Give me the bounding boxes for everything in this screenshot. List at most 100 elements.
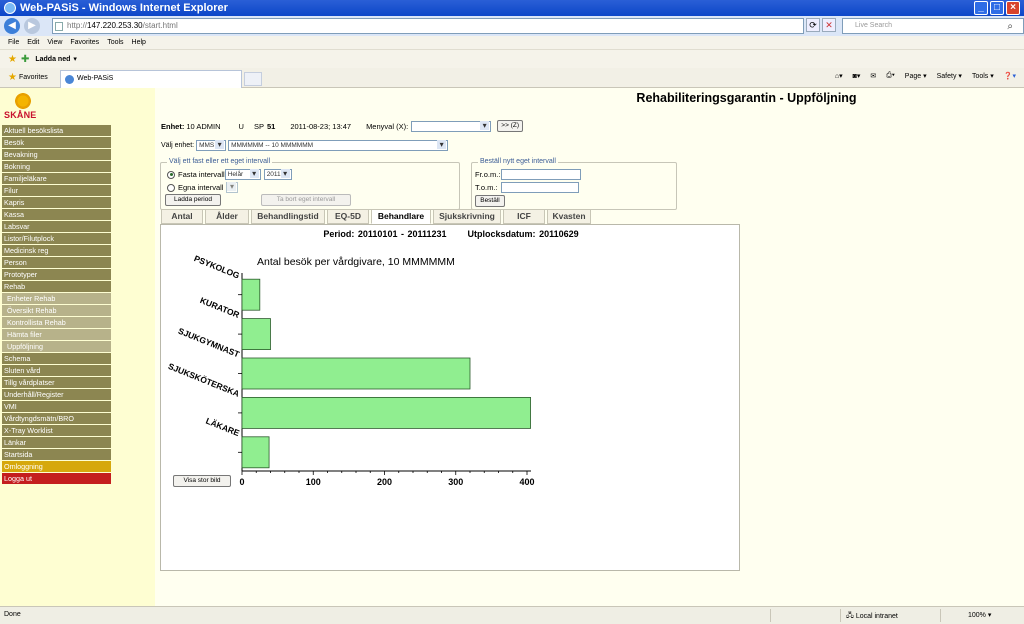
egna-radio[interactable] — [167, 183, 175, 192]
sidebar-item[interactable]: Listor/Filutplock — [2, 233, 111, 245]
favorites-button[interactable]: ★ Favorites — [8, 72, 48, 83]
new-tab-button[interactable] — [244, 72, 262, 86]
unit-select[interactable]: MMMMMM -- 10 MMMMMM — [228, 140, 449, 151]
category-label: KURATOR — [199, 295, 241, 320]
address-bar[interactable]: http://147.220.253.30/start.html — [52, 18, 804, 34]
download-button[interactable]: Ladda ned — [35, 56, 70, 63]
sidebar-item[interactable]: Bevakning — [2, 149, 111, 161]
egna-select[interactable] — [226, 182, 239, 193]
sidebar-item[interactable]: Vårdtyngdsmätn/BRO — [2, 413, 111, 425]
menu-view[interactable]: View — [47, 39, 62, 46]
page-title-row: Rehabiliteringsgarantin - Uppföljning — [155, 91, 1024, 105]
sidebar-item[interactable]: Översikt Rehab — [2, 305, 111, 317]
sidebar-item[interactable]: Kassa — [2, 209, 111, 221]
help-icon[interactable]: ❓▾ — [1004, 72, 1016, 80]
back-icon[interactable]: ◀ — [4, 18, 20, 34]
sidebar-item[interactable]: Bokning — [2, 161, 111, 173]
sidebar-item[interactable]: Kontrollista Rehab — [2, 317, 111, 329]
sidebar-item[interactable]: Länkar — [2, 437, 111, 449]
sidebar-item[interactable]: Hämta filer — [2, 329, 111, 341]
maximize-button[interactable]: □ — [990, 1, 1004, 15]
sidebar-item[interactable]: Prototyper — [2, 269, 111, 281]
sidebar-item[interactable]: VMI — [2, 401, 111, 413]
command-bar: ⌂▾ ◙▾ ✉ ⎙▾ Page ▾ Safety ▾ Tools ▾ ❓▾ — [835, 72, 1016, 80]
menu-tools[interactable]: Tools — [107, 39, 123, 46]
menu-file[interactable]: File — [8, 39, 19, 46]
show-large-image-button[interactable]: Visa stor bild — [173, 475, 231, 487]
tab-item[interactable]: Behandlare — [371, 209, 431, 224]
chevron-down-icon[interactable]: ▾ — [73, 55, 77, 63]
search-icon[interactable]: ⌕ — [1007, 20, 1013, 34]
menu-favorites[interactable]: Favorites — [70, 39, 99, 46]
sidebar-item[interactable]: Uppföljning — [2, 341, 111, 353]
sidebar-item[interactable]: Familjeläkare — [2, 173, 111, 185]
tab-item[interactable]: Sjukskrivning — [433, 209, 501, 224]
sidebar-item[interactable]: Rehab — [2, 281, 111, 293]
order-button[interactable]: Beställ — [475, 195, 505, 207]
sidebar-item[interactable]: Kapris — [2, 197, 111, 209]
fasta-radio[interactable] — [167, 170, 175, 179]
page-title: Rehabiliteringsgarantin - Uppföljning — [636, 91, 857, 105]
sidebar-item[interactable]: Sluten vård — [2, 365, 111, 377]
minimize-button[interactable]: _ — [974, 1, 988, 15]
menu-help[interactable]: Help — [132, 39, 146, 46]
tab-item[interactable]: Antal — [161, 209, 203, 224]
favorites-star-icon[interactable]: ★ — [8, 54, 17, 65]
zoom-level[interactable]: 100% ▾ — [968, 611, 991, 619]
security-zone[interactable]: 🖧 Local intranet — [846, 611, 898, 622]
tools-menu[interactable]: Tools ▾ — [972, 72, 994, 80]
home-icon[interactable]: ⌂▾ — [835, 72, 843, 80]
sidebar-item[interactable]: Medicinsk reg — [2, 245, 111, 257]
sidebar-item[interactable]: Labsvar — [2, 221, 111, 233]
enhet-value: 10 ADMIN — [186, 121, 221, 131]
to-date-input[interactable] — [501, 182, 579, 193]
tab-item[interactable]: Kvasten — [547, 209, 591, 224]
sidebar-item[interactable]: Tillg vårdplatser — [2, 377, 111, 389]
sidebar-item[interactable]: Besök — [2, 137, 111, 149]
go-button[interactable]: >> (Z) — [497, 120, 524, 132]
load-period-button[interactable]: Ladda period — [165, 194, 221, 206]
from-date-input[interactable] — [501, 169, 581, 180]
print-icon[interactable]: ⎙▾ — [886, 72, 895, 80]
sidebar-item[interactable]: X-Tray Worklist — [2, 425, 111, 437]
add-favorite-icon[interactable]: ✚ — [21, 54, 29, 65]
ie-icon — [4, 2, 16, 14]
tab-item[interactable]: Ålder — [205, 209, 249, 224]
refresh-icon[interactable]: ⟳ — [806, 18, 820, 32]
safety-menu[interactable]: Safety ▾ — [937, 72, 962, 80]
stop-icon[interactable]: ✕ — [822, 18, 836, 32]
tab-item[interactable]: EQ-5D — [327, 209, 369, 224]
category-label: SJUKSKÖTERSKA — [167, 361, 241, 399]
sidebar-item[interactable]: Aktuell besökslista — [2, 125, 111, 137]
sidebar-item[interactable]: Startsida — [2, 449, 111, 461]
datetime: 2011-08-23; 13:47 — [290, 121, 352, 131]
page-menu[interactable]: Page ▾ — [905, 72, 927, 80]
fasta-period-select[interactable]: Helår — [224, 169, 261, 180]
sidebar-item[interactable]: Schema — [2, 353, 111, 365]
tab-item[interactable]: ICF — [503, 209, 545, 224]
remove-interval-button[interactable]: Ta bort eget intervall — [261, 194, 351, 206]
tab-item[interactable]: Behandlingstid — [251, 209, 325, 224]
sidebar-item[interactable]: Enheter Rehab — [2, 293, 111, 305]
sp-value: 51 — [266, 121, 276, 131]
forward-icon[interactable]: ▶ — [24, 18, 40, 34]
menu-edit[interactable]: Edit — [27, 39, 39, 46]
sidebar-item[interactable]: Logga ut — [2, 473, 111, 485]
page-icon — [55, 22, 63, 31]
close-window-button[interactable]: × — [1006, 1, 1020, 15]
feeds-icon[interactable]: ◙▾ — [853, 72, 861, 80]
sidebar-item[interactable]: Underhåll/Register — [2, 389, 111, 401]
sidebar-item[interactable]: Person — [2, 257, 111, 269]
menyval-select[interactable] — [411, 120, 492, 132]
live-search-input[interactable]: Live Search ⌕ — [842, 18, 1024, 34]
unit-type-select[interactable]: MMS — [196, 140, 227, 151]
status-text: Done — [4, 611, 21, 618]
order-fieldset: Beställ nytt eget intervall Fr.o.m.: T.o… — [471, 158, 677, 210]
mail-icon[interactable]: ✉ — [870, 72, 876, 80]
browser-tab[interactable]: Web-PASiS — [60, 70, 242, 88]
bar — [241, 318, 271, 350]
x-tick-label: 200 — [377, 477, 392, 487]
sidebar-item[interactable]: Filur — [2, 185, 111, 197]
sidebar-item[interactable]: Omloggning — [2, 461, 111, 473]
fasta-year-select[interactable]: 2011 — [263, 169, 292, 180]
